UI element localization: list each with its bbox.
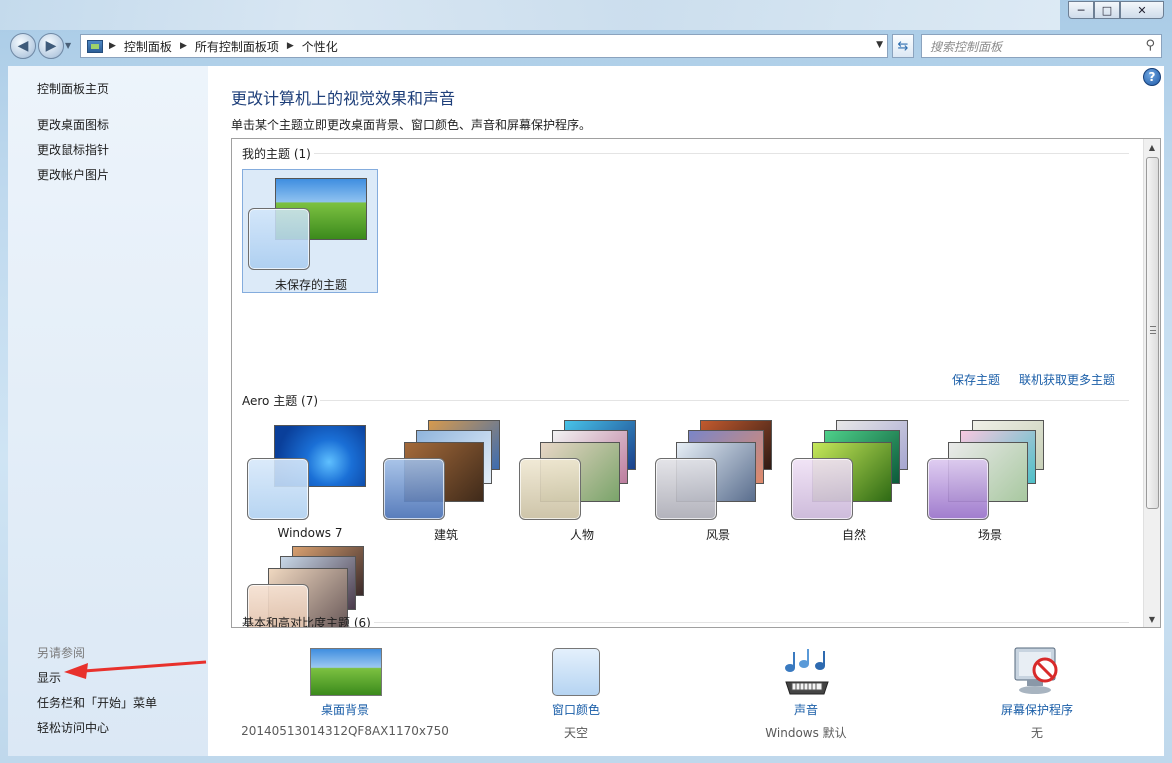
my-themes-heading: 我的主题 (1) [242,147,311,161]
theme-tile-architecture[interactable]: 建筑 [378,420,514,544]
theme-tile-windows7[interactable]: Windows 7 [242,420,378,544]
chevron-right-icon[interactable]: ▶ [180,41,187,51]
sidebar-link-account-picture[interactable]: 更改帐户图片 [37,166,109,183]
sounds-icon [785,649,829,695]
window-color-setting[interactable]: 窗口颜色 天空 [466,644,686,744]
breadcrumb-personalization[interactable]: 个性化 [302,38,338,55]
search-input[interactable]: 搜索控制面板 ⚲ [921,34,1162,58]
theme-label: 未保存的主题 [274,278,347,292]
theme-label: Windows 7 [277,526,343,540]
window-color-swatch [655,458,717,520]
sounds-setting[interactable]: 声音 Windows 默认 [696,644,916,744]
theme-tile-nature[interactable]: 自然 [786,420,922,544]
forward-arrow-icon: ▶ [45,38,57,54]
address-bar[interactable]: ▶ 控制面板 ▶ 所有控制面板项 ▶ 个性化 ▼ [80,34,888,58]
aero-themes-heading: Aero 主题 (7) [242,394,319,408]
screensaver-value: 无 [1030,726,1043,740]
scroll-up-icon[interactable]: ▲ [1144,139,1160,155]
screensaver-setting[interactable]: 屏幕保护程序 无 [927,644,1147,744]
divider [320,400,1129,401]
scroll-down-icon[interactable]: ▼ [1144,611,1160,627]
theme-label: 人物 [569,528,594,542]
search-icon[interactable]: ⚲ [1145,38,1155,53]
chevron-right-icon[interactable]: ▶ [287,41,294,51]
theme-label: 风景 [705,528,730,542]
window-color-swatch [247,458,309,520]
sounds-label: 声音 [793,703,818,717]
window-frame: ─ □ ✕ ◀ ▶ ▼ ▶ 控制面板 ▶ 所有控制面板项 ▶ 个性化 ▼ ⇆ 搜… [0,0,1172,763]
window-color-swatch [791,458,853,520]
sounds-value: Windows 默认 [765,726,847,740]
recent-pages-dropdown[interactable]: ▼ [65,41,71,50]
divider [314,153,1129,154]
navigation-bar: ◀ ▶ ▼ ▶ 控制面板 ▶ 所有控制面板项 ▶ 个性化 ▼ ⇆ 搜索控制面板 … [0,30,1172,62]
desktop-background-label: 桌面背景 [320,703,369,717]
theme-tile-unsaved[interactable]: 未保存的主题 [242,169,378,293]
breadcrumb-control-panel[interactable]: 控制面板 [124,38,172,55]
search-placeholder: 搜索控制面板 [930,39,1003,54]
desktop-background-thumbnail [310,648,382,696]
address-dropdown-icon[interactable]: ▼ [876,40,883,50]
annotation-arrow-icon [64,660,207,679]
theme-tile-scenes[interactable]: 场景 [922,420,1058,544]
window-color-swatch [552,648,600,696]
screensaver-label: 屏幕保护程序 [1000,703,1073,717]
scrollbar-thumb[interactable] [1146,157,1159,509]
minimize-button[interactable]: ─ [1068,1,1094,19]
close-button[interactable]: ✕ [1120,1,1164,19]
title-bar [0,0,1060,30]
window-color-swatch [519,458,581,520]
back-arrow-icon: ◀ [17,38,29,54]
sidebar-link-home[interactable]: 控制面板主页 [37,80,109,97]
sidebar-link-taskbar[interactable]: 任务栏和「开始」菜单 [37,694,157,711]
divider [374,622,1129,623]
sidebar-link-display[interactable]: 显示 [37,669,61,686]
theme-label: 自然 [841,528,866,542]
control-panel-icon [87,39,103,53]
help-icon[interactable]: ? [1143,68,1161,86]
theme-label: 建筑 [433,528,458,542]
save-theme-link[interactable]: 保存主题 [952,371,1000,388]
basic-themes-heading: 基本和高对比度主题 (6) [242,616,371,628]
refresh-icon: ⇆ [897,38,909,54]
desktop-background-setting[interactable]: 桌面背景 20140513014312QF8AX1170x750 [235,644,455,744]
page-subtitle: 单击某个主题立即更改桌面背景、窗口颜色、声音和屏幕保护程序。 [231,118,592,132]
forward-button[interactable]: ▶ [38,33,64,59]
window-controls: ─ □ ✕ [1068,1,1164,19]
back-button[interactable]: ◀ [10,33,36,59]
window-color-swatch [927,458,989,520]
theme-list: 我的主题 (1) 未保存的主题 保存主题 联机获取更多主题 Aero 主题 (7… [231,138,1161,628]
theme-tile-landscapes[interactable]: 风景 [650,420,786,544]
sidebar-link-desktop-icons[interactable]: 更改桌面图标 [37,116,109,133]
window-color-swatch [383,458,445,520]
chevron-right-icon[interactable]: ▶ [109,41,116,51]
screensaver-icon [1014,647,1058,694]
page-title: 更改计算机上的视觉效果和声音 [231,89,456,108]
sidebar: 控制面板主页 更改桌面图标 更改鼠标指针 更改帐户图片 另请参阅 显示 任务栏和… [8,66,208,756]
sidebar-link-ease-of-access[interactable]: 轻松访问中心 [37,719,109,736]
maximize-button[interactable]: □ [1094,1,1120,19]
window-color-value: 天空 [563,726,588,740]
window-color-label: 窗口颜色 [551,703,600,717]
theme-label: 场景 [977,528,1002,542]
breadcrumb-all-items[interactable]: 所有控制面板项 [195,38,279,55]
desktop-background-value: 20140513014312QF8AX1170x750 [241,724,449,738]
theme-tile-characters[interactable]: 人物 [514,420,650,544]
window-color-swatch [248,208,310,270]
scrollbar[interactable]: ▲ ▼ [1143,139,1160,627]
get-more-themes-link[interactable]: 联机获取更多主题 [1019,371,1115,388]
main-content: ? 更改计算机上的视觉效果和声音 单击某个主题立即更改桌面背景、窗口颜色、声音和… [208,66,1164,756]
sidebar-link-mouse-pointers[interactable]: 更改鼠标指针 [37,141,109,158]
refresh-button[interactable]: ⇆ [892,34,914,58]
